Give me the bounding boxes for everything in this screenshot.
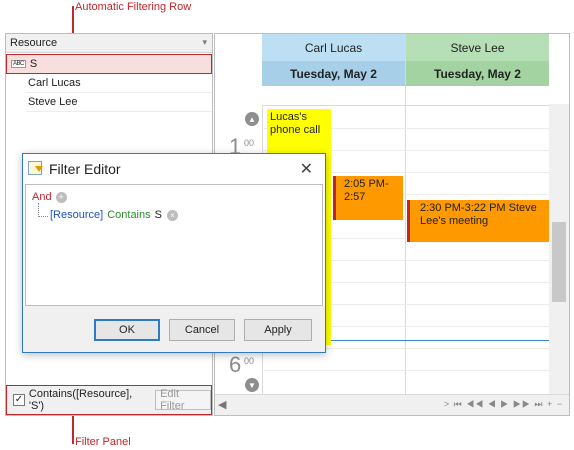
group-node[interactable]: And + — [32, 191, 67, 203]
vertical-scrollbar[interactable] — [549, 104, 569, 394]
horizontal-scrollbar[interactable]: ◀ > ⏮ ◀◀ ◀ ▶ ▶▶ ⏭ + − — [215, 394, 569, 415]
filter-editor-dialog: Filter Editor ✕ And + [Resource] Contain… — [22, 153, 326, 353]
filter-expression[interactable]: Contains([Resource], 'S') — [29, 388, 149, 412]
time-label-minutes: 00 — [244, 356, 255, 366]
date-header-steve-lee: Tuesday, May 2 — [406, 61, 549, 86]
date-header-carl-lucas: Tuesday, May 2 — [262, 61, 405, 86]
dialog-title: Filter Editor — [49, 161, 121, 177]
resource-item-carl-lucas[interactable]: Carl Lucas — [26, 74, 212, 93]
text-filter-icon: ABC — [11, 60, 26, 68]
close-icon[interactable]: ✕ — [300, 159, 313, 179]
scroll-up-button[interactable]: ▲ — [245, 112, 259, 126]
filter-enabled-checkbox[interactable]: ✓ — [13, 394, 25, 406]
cancel-button[interactable]: Cancel — [169, 319, 235, 341]
filter-panel-callout: Filter Panel — [75, 436, 131, 448]
add-condition-icon[interactable]: + — [55, 191, 67, 203]
tree-connector — [38, 216, 48, 217]
filter-editor-icon — [28, 161, 43, 175]
grid-line — [262, 370, 549, 371]
apply-button[interactable]: Apply — [244, 319, 312, 341]
filter-panel: ✓ Contains([Resource], 'S') Edit Filter — [6, 385, 212, 415]
scrollbar-thumb[interactable] — [552, 222, 566, 302]
resource-header-carl-lucas: Carl Lucas — [262, 34, 405, 61]
remove-condition-icon[interactable]: × — [166, 209, 178, 221]
time-label-hour: 6 — [229, 352, 242, 377]
navigation-buttons[interactable]: > ⏮ ◀◀ ◀ ▶ ▶▶ ⏭ + − — [444, 399, 563, 410]
scroll-left-icon[interactable]: ◀ — [218, 398, 226, 411]
edit-filter-button[interactable]: Edit Filter — [155, 388, 212, 412]
appointment-carl-lucas[interactable]: 2:05 PM-2:57 — [333, 176, 403, 220]
resource-item-steve-lee[interactable]: Steve Lee — [26, 93, 212, 112]
filter-funnel-icon[interactable]: ▾ — [202, 37, 207, 48]
dialog-title-bar: Filter Editor ✕ — [23, 154, 325, 184]
auto-filter-row[interactable]: ABC S — [6, 54, 212, 74]
automatic-filtering-row-callout: Automatic Filtering Row — [75, 1, 192, 13]
condition-field[interactable]: [Resource] — [50, 209, 103, 221]
condition-operator[interactable]: Contains — [107, 209, 150, 221]
tree-connector — [38, 203, 39, 217]
appointment-steve-lee-meeting[interactable]: 2:30 PM-3:22 PM Steve Lee's meeting — [407, 200, 549, 242]
auto-filter-value[interactable]: S — [30, 58, 37, 70]
resource-item-label: Steve Lee — [28, 96, 78, 108]
condition-node[interactable]: [Resource] Contains S × — [50, 209, 178, 221]
filter-tree-area[interactable]: And + [Resource] Contains S × — [25, 184, 323, 306]
resource-header-label: Resource — [10, 37, 58, 49]
resource-column-header[interactable]: Resource ▾ — [6, 34, 212, 53]
time-label-minutes: 00 — [244, 138, 255, 148]
resource-header-steve-lee: Steve Lee — [406, 34, 549, 61]
group-operator[interactable]: And — [32, 191, 52, 203]
resource-item-label: Carl Lucas — [28, 77, 81, 89]
scroll-down-button[interactable]: ▼ — [245, 378, 259, 392]
ok-button[interactable]: OK — [94, 319, 160, 341]
condition-value[interactable]: S — [155, 209, 162, 221]
